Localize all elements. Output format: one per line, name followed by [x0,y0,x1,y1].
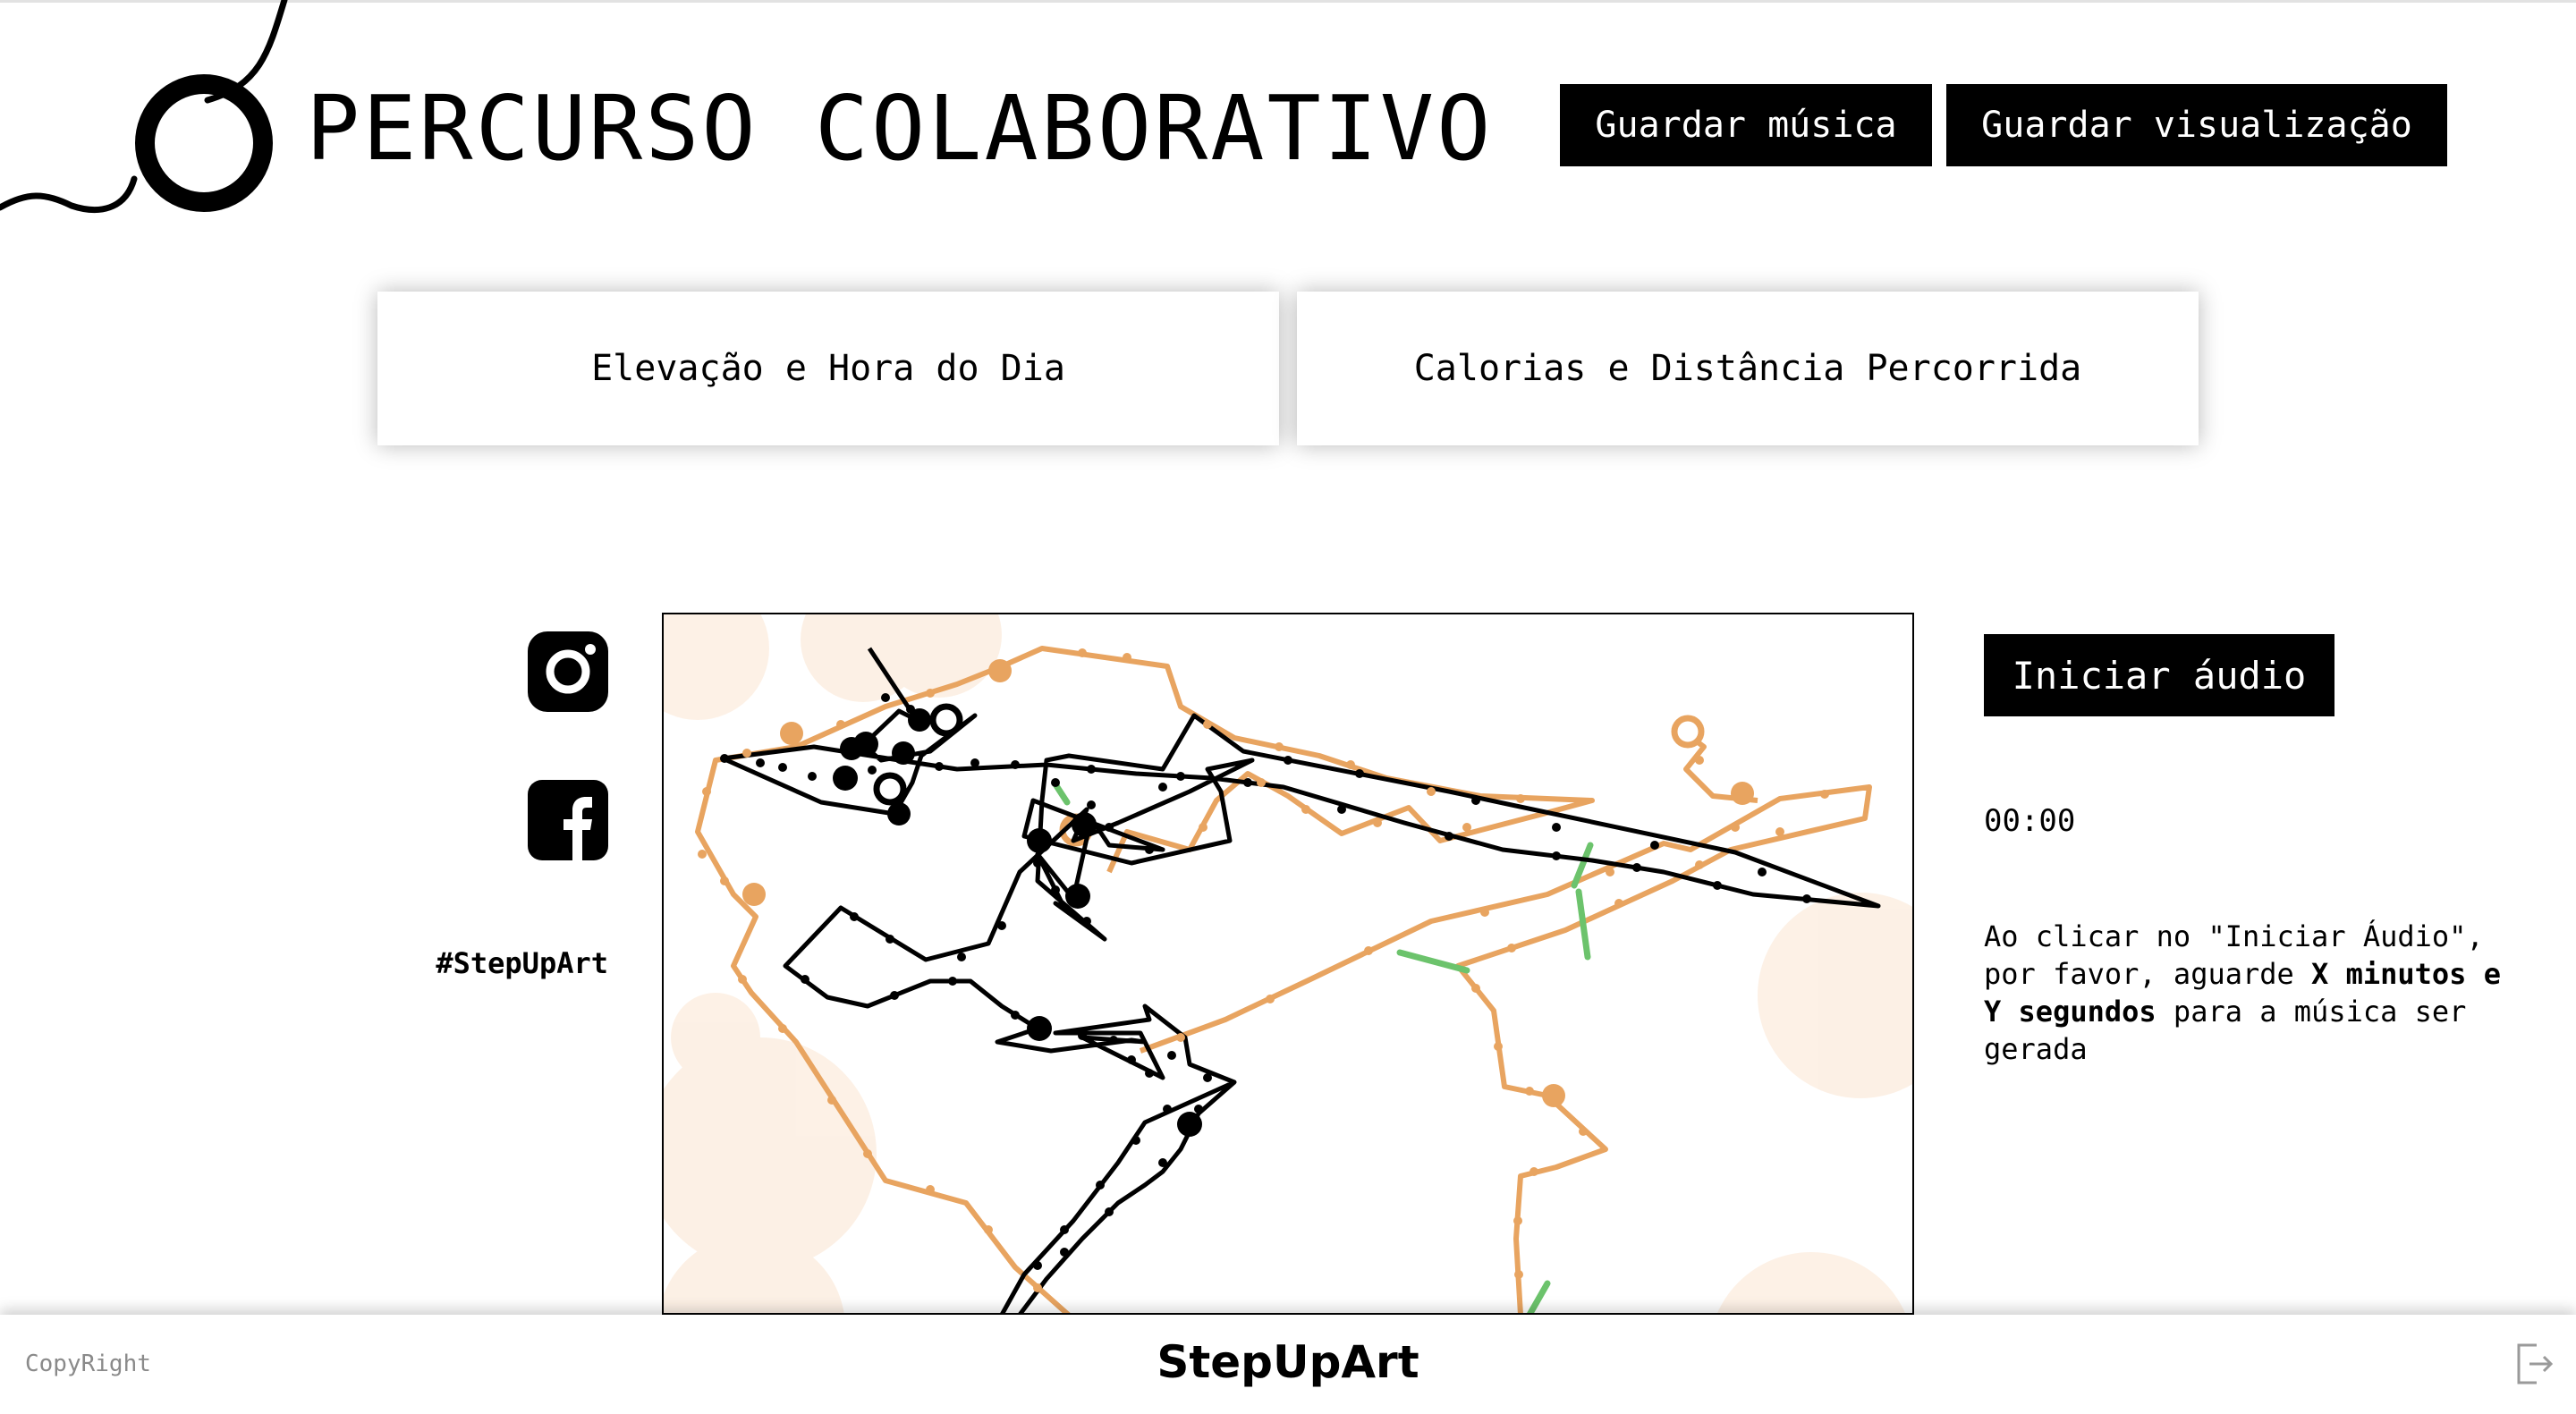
start-audio-button[interactable]: Iniciar áudio [1984,634,2334,716]
footer-brand: StepUpArt [1157,1336,1419,1388]
app-logo [0,0,288,214]
page-title: PERCURSO COLABORATIVO [306,76,1494,181]
top-border [0,0,2576,3]
hashtag-label: #StepUpArt [436,946,608,980]
info-connector: e [2466,957,2501,991]
save-music-button[interactable]: Guardar música [1560,84,1932,166]
route-visualization[interactable] [662,613,1914,1315]
tab-elevation-time[interactable]: Elevação e Hora do Dia [377,292,1279,445]
audio-timer: 00:00 [1984,803,2076,839]
route-black-2 [1018,1080,1236,1315]
facebook-icon[interactable] [528,780,608,860]
save-visualization-button[interactable]: Guardar visualização [1946,84,2447,166]
logout-icon[interactable] [2515,1342,2555,1386]
info-seconds: Y segundos [1984,995,2157,1029]
info-minutes: X minutos [2311,957,2467,991]
background-circles [662,613,1914,1315]
tab-calories-distance[interactable]: Calorias e Distância Percorrida [1297,292,2199,445]
audio-info-text: Ao clicar no "Iniciar Áudio", por favor,… [1984,918,2521,1068]
route-orange-3 [1139,784,1872,1315]
instagram-icon[interactable] [528,631,608,712]
footer: CopyRight StepUpArt [0,1315,2576,1414]
orange-markers [742,659,1754,1107]
